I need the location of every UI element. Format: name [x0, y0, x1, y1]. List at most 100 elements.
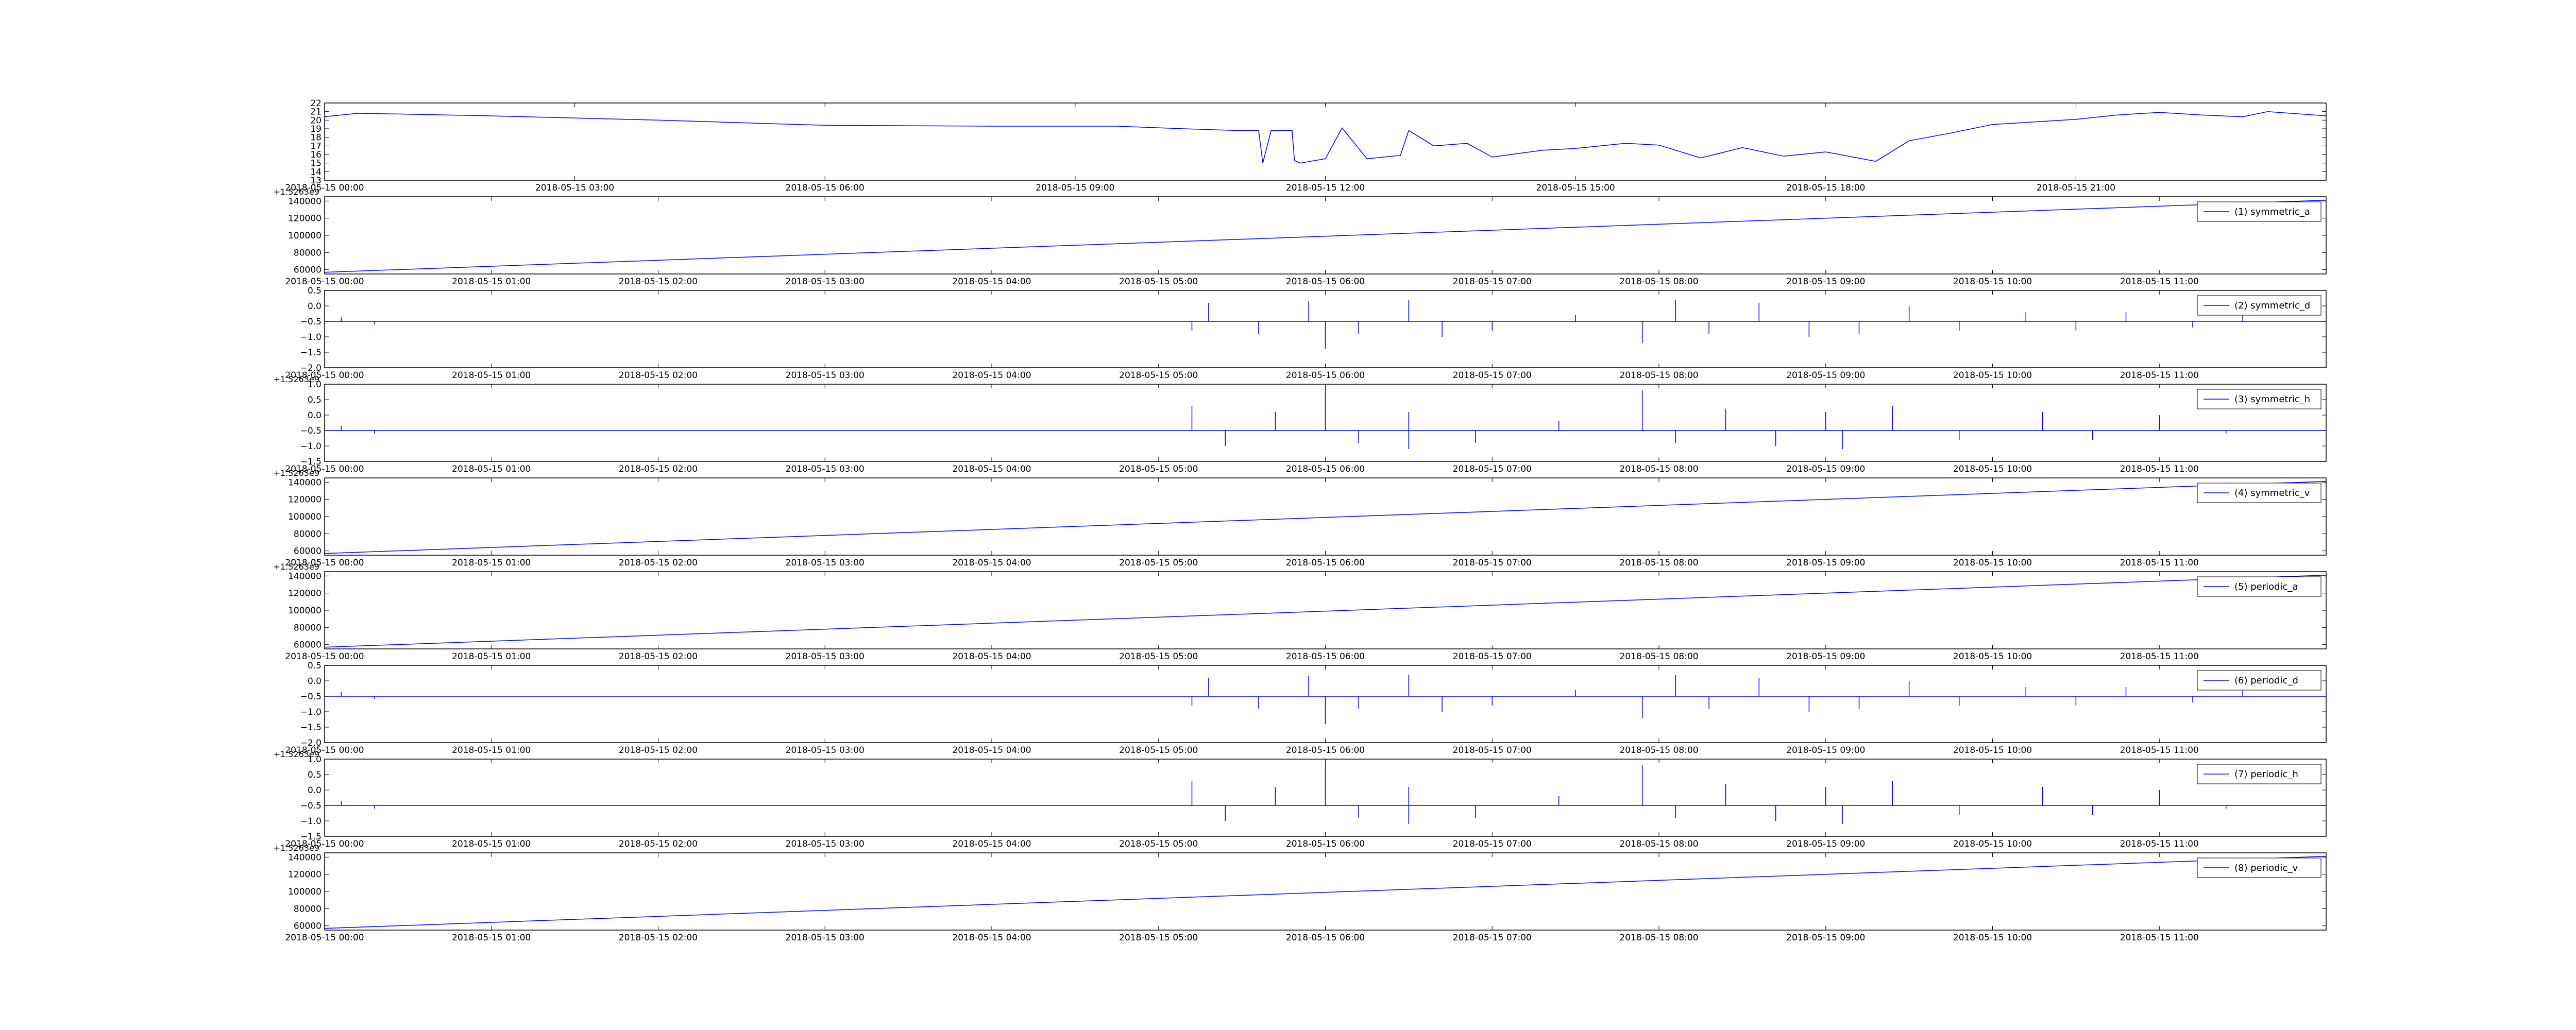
legend: (6) periodic_d	[2197, 670, 2321, 691]
y-tick-label: −0.5	[300, 317, 321, 327]
x-tick-label: 2018-05-15 02:00	[619, 277, 698, 287]
plot-area-frame	[324, 571, 2327, 649]
x-tick-label: 2018-05-15 12:00	[1286, 183, 1365, 193]
figure: 131415161718192021222018-05-15 00:00 2018…	[0, 0, 2576, 1030]
plot-area-frame	[324, 102, 2327, 181]
chart-panel-2: 60000 80000 100000 120000 140000 2018-05-15 0…	[274, 187, 2327, 287]
legend-label: (6) periodic_d	[2234, 675, 2298, 686]
x-tick-label: 2018-05-15 04:00	[952, 558, 1031, 568]
y-tick-label: 0.0	[308, 410, 321, 421]
legend-label: (8) periodic_v	[2234, 863, 2298, 873]
y-tick-label: 60000	[294, 265, 321, 276]
x-tick-label: 2018-05-15 11:00	[2120, 651, 2199, 662]
legend: (5) periodic_a	[2197, 576, 2321, 597]
legend: (2) symmetric_d	[2197, 295, 2321, 316]
legend: (1) symmetric_a	[2197, 201, 2321, 222]
axis-offset-text: +1.5263e9	[274, 843, 319, 853]
x-tick-label: 2018-05-15 11:00	[2120, 839, 2199, 849]
x-tick-label: 2018-05-15 09:00	[1786, 651, 1865, 662]
axis-offset-text: +1.5263e9	[274, 468, 319, 478]
x-tick-label: 2018-05-15 07:00	[1453, 933, 1532, 943]
x-tick-label: 2018-05-15 09:00	[1786, 464, 1865, 474]
x-tick-label: 2018-05-15 04:00	[952, 745, 1031, 756]
x-tick-label: 2018-05-15 06:00	[1286, 839, 1365, 849]
x-tick-label: 2018-05-15 05:00	[1119, 370, 1198, 381]
x-tick-label: 2018-05-15 08:00	[1619, 370, 1698, 381]
legend-label: (4) symmetric_v	[2234, 488, 2310, 499]
x-tick-label: 2018-05-15 04:00	[952, 651, 1031, 662]
y-tick-label: 120000	[288, 589, 321, 599]
y-tick-label: −0.5	[300, 426, 321, 436]
x-tick-label: 2018-05-15 02:00	[619, 839, 698, 849]
x-tick-label: 2018-05-15 03:00	[786, 464, 865, 474]
x-tick-label: 2018-05-15 09:00	[1786, 558, 1865, 568]
y-tick-label: 22	[310, 98, 321, 109]
x-tick-label: 2018-05-15 11:00	[2120, 464, 2199, 474]
x-tick-label: 2018-05-15 11:00	[2120, 933, 2199, 943]
x-tick-label: 2018-05-15 07:00	[1453, 464, 1532, 474]
y-tick-label: 0.0	[308, 785, 321, 796]
chart-panel-4: 1.00.50.0−0.5−1.0−1.52018-05-15 00:00 201…	[274, 374, 2327, 474]
x-tick-label: 2018-05-15 03:00	[786, 651, 865, 662]
x-tick-label: 2018-05-15 04:00	[952, 933, 1031, 943]
y-tick-label: 80000	[294, 904, 321, 914]
x-tick-label: 2018-05-15 08:00	[1619, 839, 1698, 849]
x-tick-label: 2018-05-15 07:00	[1453, 277, 1532, 287]
x-tick-label: 2018-05-15 02:00	[619, 933, 698, 943]
x-tick-label: 2018-05-15 07:00	[1453, 651, 1532, 662]
plot-area-frame	[324, 477, 2327, 556]
y-tick-label: −1.0	[300, 816, 321, 827]
x-tick-label: 2018-05-15 01:00	[452, 839, 531, 849]
x-tick-label: 2018-05-15 11:00	[2120, 558, 2199, 568]
x-tick-label: 2018-05-15 10:00	[1953, 745, 2032, 756]
x-tick-label: 2018-05-15 07:00	[1453, 839, 1532, 849]
x-tick-label: 2018-05-15 01:00	[452, 651, 531, 662]
y-tick-label: 120000	[288, 214, 321, 224]
x-tick-label: 2018-05-15 05:00	[1119, 558, 1198, 568]
legend-label: (3) symmetric_h	[2234, 394, 2310, 405]
x-tick-label: 2018-05-15 07:00	[1453, 558, 1532, 568]
y-tick-label: 0.5	[308, 286, 321, 296]
x-tick-label: 2018-05-15 06:00	[1286, 933, 1365, 943]
x-tick-label: 2018-05-15 09:00	[1786, 277, 1865, 287]
legend-label: (2) symmetric_d	[2234, 300, 2310, 311]
x-tick-label: 2018-05-15 11:00	[2120, 745, 2199, 756]
y-tick-label: 120000	[288, 870, 321, 880]
y-tick-label: −1.0	[300, 707, 321, 717]
x-tick-label: 2018-05-15 05:00	[1119, 651, 1198, 662]
x-tick-label: 2018-05-15 10:00	[1953, 839, 2032, 849]
x-tick-label: 2018-05-15 10:00	[1953, 277, 2032, 287]
x-tick-label: 2018-05-15 03:00	[535, 183, 614, 193]
x-tick-label: 2018-05-15 08:00	[1619, 277, 1698, 287]
x-tick-label: 2018-05-15 06:00	[1286, 370, 1365, 381]
x-tick-label: 2018-05-15 09:00	[1036, 183, 1114, 193]
x-tick-label: 2018-05-15 01:00	[452, 933, 531, 943]
x-tick-label: 2018-05-15 06:00	[1286, 558, 1365, 568]
x-tick-label: 2018-05-15 10:00	[1953, 651, 2032, 662]
x-tick-label: 2018-05-15 04:00	[952, 464, 1031, 474]
x-tick-label: 2018-05-15 06:00	[1286, 745, 1365, 756]
x-tick-label: 2018-05-15 11:00	[2120, 370, 2199, 381]
x-tick-label: 2018-05-15 02:00	[619, 745, 698, 756]
x-tick-label: 2018-05-15 08:00	[1619, 933, 1698, 943]
x-tick-label: 2018-05-15 05:00	[1119, 277, 1198, 287]
x-tick-label: 2018-05-15 10:00	[1953, 370, 2032, 381]
x-tick-label: 2018-05-15 00:00	[285, 277, 364, 287]
y-tick-label: 140000	[288, 571, 321, 581]
x-tick-label: 2018-05-15 00:00	[285, 933, 364, 943]
plot-area-frame	[324, 852, 2327, 931]
x-tick-label: 2018-05-15 03:00	[786, 277, 865, 287]
x-tick-label: 2018-05-15 10:00	[1953, 933, 2032, 943]
y-tick-label: 140000	[288, 477, 321, 488]
x-tick-label: 2018-05-15 01:00	[452, 464, 531, 474]
x-tick-label: 2018-05-15 01:00	[452, 558, 531, 568]
y-tick-label: −1.5	[300, 348, 321, 358]
legend-label: (7) periodic_h	[2234, 769, 2298, 780]
chart-panel-8: 1.00.50.0−0.5−1.0−1.52018-05-15 00:00 201…	[274, 749, 2327, 849]
x-tick-label: 2018-05-15 03:00	[786, 839, 865, 849]
x-tick-label: 2018-05-15 02:00	[619, 651, 698, 662]
y-tick-label: −1.5	[300, 723, 321, 733]
y-tick-label: 100000	[288, 512, 321, 522]
y-tick-label: 0.5	[308, 661, 321, 671]
y-tick-label: 80000	[294, 623, 321, 633]
